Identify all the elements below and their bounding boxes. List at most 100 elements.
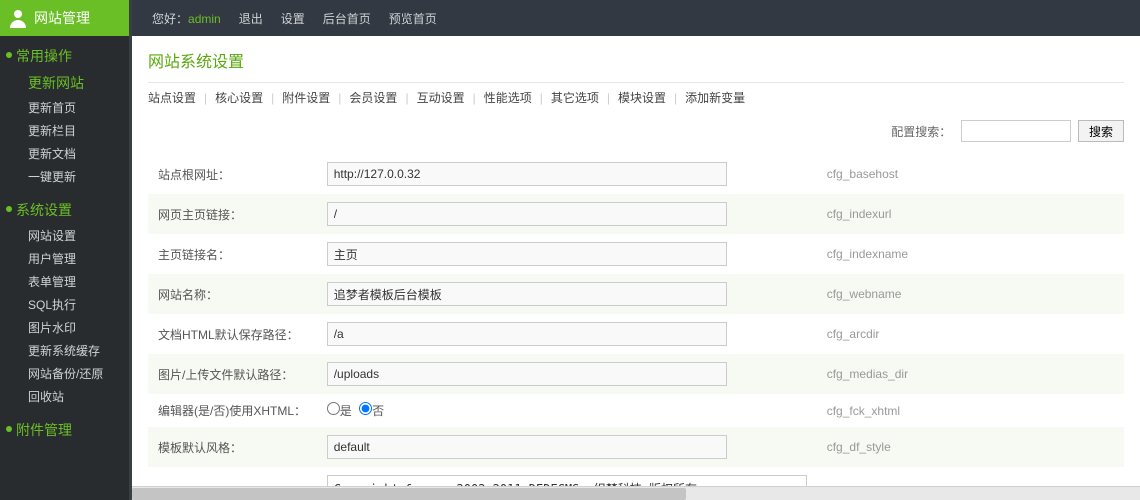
sidebar-item[interactable]: 更新系统缓存 <box>16 339 129 362</box>
field-input-cell <box>317 274 817 314</box>
table-row: 站点根网址： cfg_basehost <box>148 154 1124 194</box>
sidebar-item[interactable]: 网站备份/还原 <box>16 362 129 385</box>
field-label: 网站版权信息： <box>148 467 317 486</box>
text-input[interactable] <box>327 322 727 346</box>
radio-label: 否 <box>372 404 384 418</box>
field-input-cell <box>317 154 817 194</box>
radio-input[interactable] <box>327 402 340 415</box>
textarea-input[interactable] <box>327 475 807 486</box>
sidebar-item[interactable]: 用户管理 <box>16 247 129 270</box>
field-input-cell <box>317 194 817 234</box>
sidebar-item[interactable]: 网站设置 <box>16 224 129 247</box>
admin-home-link[interactable]: 后台首页 <box>323 10 371 27</box>
tab[interactable]: 会员设置 <box>349 91 397 105</box>
horizontal-scrollbar[interactable] <box>132 486 1140 500</box>
field-input-cell: 是 否 <box>317 394 817 427</box>
scrollbar-thumb[interactable] <box>132 488 686 500</box>
field-variable: cfg_df_style <box>817 427 1124 467</box>
field-variable: cfg_fck_xhtml <box>817 394 1124 427</box>
table-row: 主页链接名： cfg_indexname <box>148 234 1124 274</box>
sidebar-group-title[interactable]: 系统设置 <box>16 196 129 224</box>
tab[interactable]: 其它选项 <box>551 91 599 105</box>
tab-separator: | <box>338 91 341 105</box>
tab[interactable]: 站点设置 <box>148 91 196 105</box>
field-variable: cfg_indexurl <box>817 194 1124 234</box>
search-label: 配置搜索： <box>891 125 951 139</box>
sidebar-item[interactable]: 回收站 <box>16 385 129 408</box>
sidebar-group-title[interactable]: 附件管理 <box>16 416 129 444</box>
table-row: 网站版权信息： cfg_powerby <box>148 467 1124 486</box>
sidebar-item[interactable]: 表单管理 <box>16 270 129 293</box>
field-variable: cfg_webname <box>817 274 1124 314</box>
search-input[interactable] <box>961 120 1071 142</box>
text-input[interactable] <box>327 362 727 386</box>
sidebar-item[interactable]: 更新网站 <box>16 70 129 96</box>
field-input-cell <box>317 234 817 274</box>
sidebar-item[interactable]: 图片水印 <box>16 316 129 339</box>
field-variable: cfg_arcdir <box>817 314 1124 354</box>
radio-label: 是 <box>340 404 352 418</box>
tab[interactable]: 附件设置 <box>282 91 330 105</box>
settings-table: 站点根网址：cfg_basehost网页主页链接：cfg_indexurl主页链… <box>148 154 1124 486</box>
tab-separator: | <box>405 91 408 105</box>
settings-link[interactable]: 设置 <box>281 10 305 27</box>
tab[interactable]: 性能选项 <box>484 91 532 105</box>
preview-home-link[interactable]: 预览首页 <box>389 10 437 27</box>
tab-separator: | <box>271 91 274 105</box>
table-row: 网站名称： cfg_webname <box>148 274 1124 314</box>
search-row: 配置搜索： 搜索 <box>148 114 1124 154</box>
topbar: 您好：admin 退出 设置 后台首页 预览首页 <box>132 0 1140 36</box>
tab[interactable]: 模块设置 <box>618 91 666 105</box>
field-label: 编辑器(是/否)使用XHTML： <box>148 394 317 427</box>
table-row: 编辑器(是/否)使用XHTML：是 否 cfg_fck_xhtml <box>148 394 1124 427</box>
username: admin <box>188 12 221 26</box>
sidebar-item[interactable]: 更新文档 <box>16 142 129 165</box>
page-title: 网站系统设置 <box>148 48 1124 74</box>
field-input-cell <box>317 427 817 467</box>
field-variable: cfg_powerby <box>817 467 1124 486</box>
sidebar: 网站管理 常用操作更新网站更新首页更新栏目更新文档一键更新系统设置网站设置用户管… <box>0 0 132 500</box>
field-variable: cfg_medias_dir <box>817 354 1124 394</box>
tab[interactable]: 添加新变量 <box>685 91 745 105</box>
app-title: 网站管理 <box>34 8 90 28</box>
sidebar-item[interactable]: 更新首页 <box>16 96 129 119</box>
tab[interactable]: 互动设置 <box>417 91 465 105</box>
text-input[interactable] <box>327 202 727 226</box>
tab-separator: | <box>473 91 476 105</box>
text-input[interactable] <box>327 242 727 266</box>
radio-input[interactable] <box>359 402 372 415</box>
field-label: 网页主页链接： <box>148 194 317 234</box>
tab-separator: | <box>204 91 207 105</box>
table-row: 文档HTML默认保存路径： cfg_arcdir <box>148 314 1124 354</box>
field-input-cell <box>317 314 817 354</box>
field-variable: cfg_basehost <box>817 154 1124 194</box>
main: 您好：admin 退出 设置 后台首页 预览首页 网站系统设置 站点设置 | 核心设… <box>132 0 1140 500</box>
field-label: 图片/上传文件默认路径： <box>148 354 317 394</box>
sidebar-item[interactable]: 一键更新 <box>16 165 129 188</box>
field-label: 文档HTML默认保存路径： <box>148 314 317 354</box>
field-variable: cfg_indexname <box>817 234 1124 274</box>
greeting: 您好：admin <box>152 10 221 27</box>
tab-separator: | <box>674 91 677 105</box>
tabs: 站点设置 | 核心设置 | 附件设置 | 会员设置 | 互动设置 | 性能选项 | 其它选项 | 模块设置 |… <box>148 82 1124 114</box>
logout-link[interactable]: 退出 <box>239 10 263 27</box>
search-button[interactable]: 搜索 <box>1078 120 1124 142</box>
field-input-cell <box>317 354 817 394</box>
field-label: 主页链接名： <box>148 234 317 274</box>
tab-separator: | <box>607 91 610 105</box>
text-input[interactable] <box>327 282 727 306</box>
field-label: 站点根网址： <box>148 154 317 194</box>
field-label: 模板默认风格： <box>148 427 317 467</box>
field-input-cell <box>317 467 817 486</box>
content: 网站系统设置 站点设置 | 核心设置 | 附件设置 | 会员设置 | 互动设置 | 性能选项 | 其它选… <box>132 36 1140 486</box>
user-icon <box>8 8 28 28</box>
sidebar-group-title[interactable]: 常用操作 <box>16 42 129 70</box>
table-row: 图片/上传文件默认路径： cfg_medias_dir <box>148 354 1124 394</box>
tab-separator: | <box>540 91 543 105</box>
field-label: 网站名称： <box>148 274 317 314</box>
text-input[interactable] <box>327 162 727 186</box>
sidebar-item[interactable]: 更新栏目 <box>16 119 129 142</box>
tab[interactable]: 核心设置 <box>215 91 263 105</box>
sidebar-item[interactable]: SQL执行 <box>16 293 129 316</box>
text-input[interactable] <box>327 435 727 459</box>
